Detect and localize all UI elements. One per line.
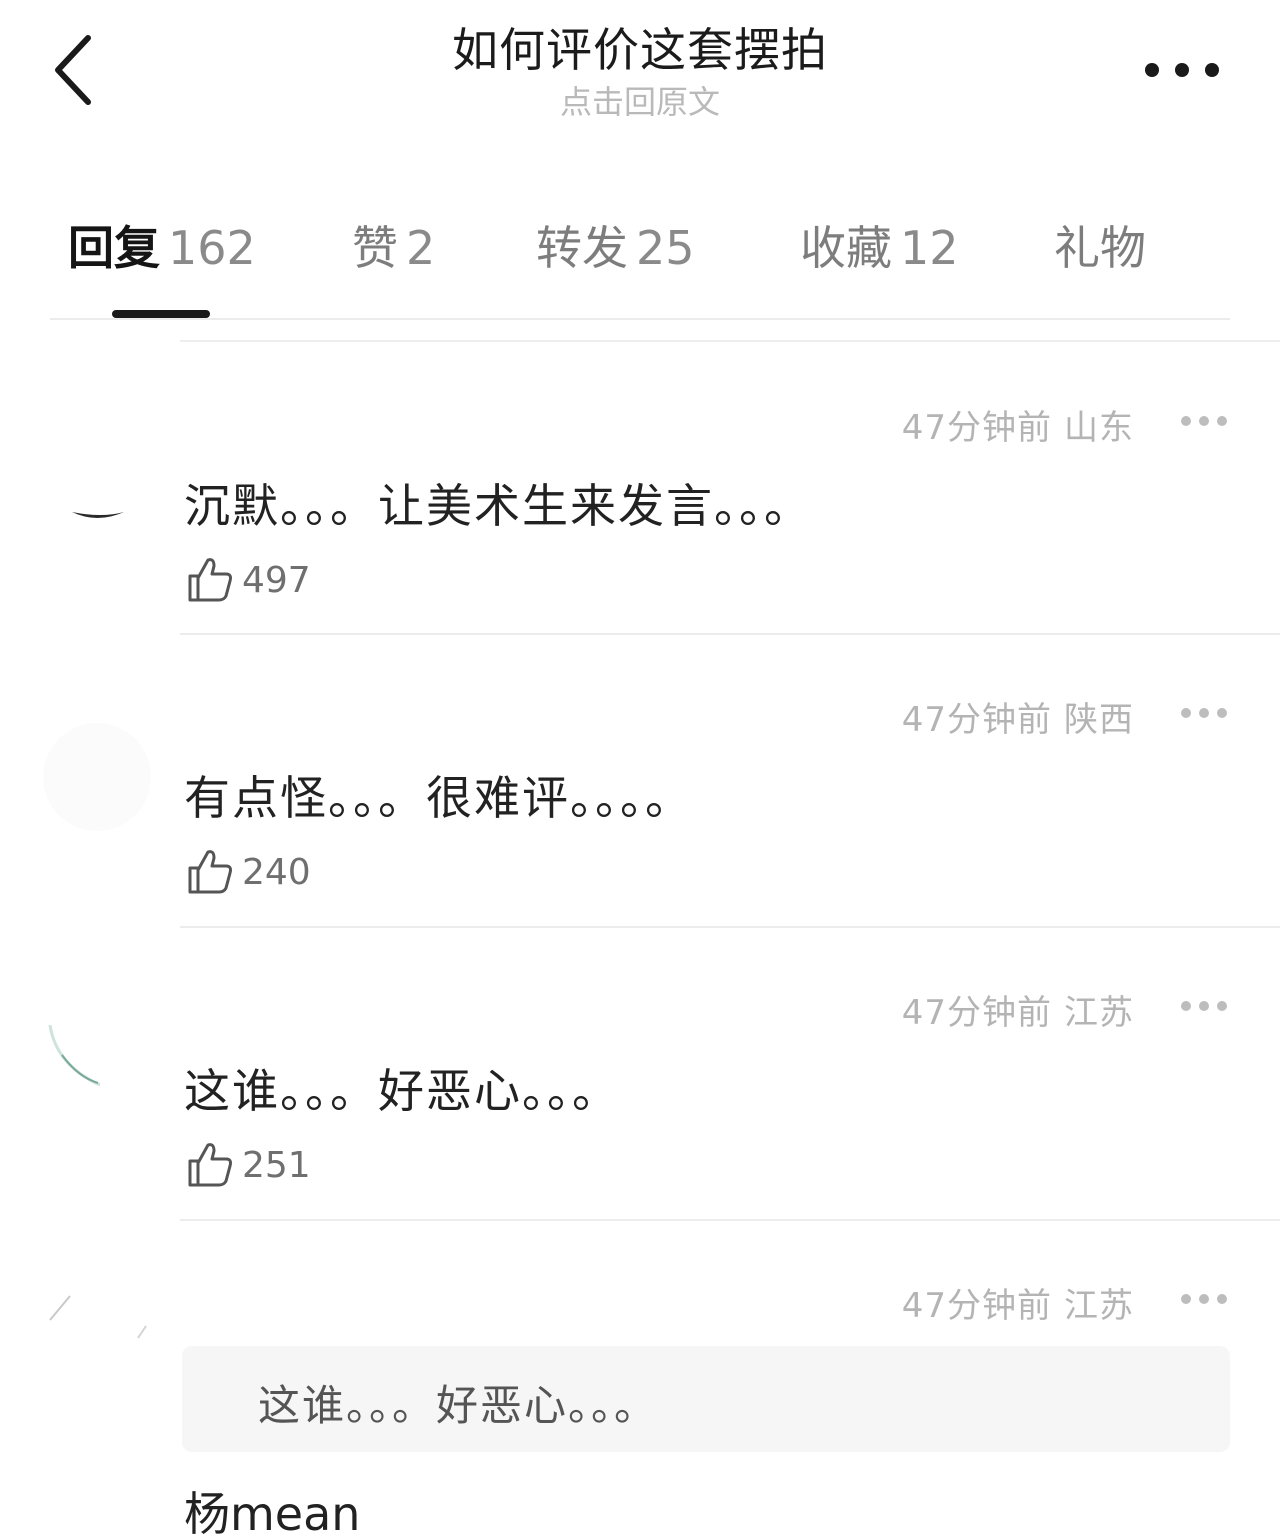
comment-location: 山东 xyxy=(1064,408,1134,448)
avatar-image xyxy=(48,1024,101,1087)
avatar-image xyxy=(43,723,151,831)
comment-time: 47分钟前 xyxy=(901,700,1052,740)
active-tab-indicator xyxy=(112,310,210,318)
tab-reposts[interactable]: 转发 25 xyxy=(536,212,695,284)
comment-more-button[interactable] xyxy=(1180,991,1228,1021)
avatar-image xyxy=(72,512,124,518)
tab-label: 礼物 xyxy=(1054,221,1146,275)
view-original-link[interactable]: 点击回原文 xyxy=(0,80,1280,124)
tab-count: 25 xyxy=(636,221,695,275)
tab-count: 2 xyxy=(406,221,436,275)
like-button[interactable]: 251 xyxy=(184,1137,311,1193)
tab-replies[interactable]: 回复 162 xyxy=(68,212,256,284)
avatar[interactable] xyxy=(42,1278,152,1388)
tab-label: 转发 xyxy=(536,221,628,275)
avatar-image xyxy=(49,1295,147,1339)
comment-more-button[interactable] xyxy=(1180,406,1228,436)
comment-more-button[interactable] xyxy=(1180,698,1228,728)
tab-gifts[interactable]: 礼物 xyxy=(1054,212,1146,284)
like-count: 240 xyxy=(242,851,311,893)
avatar[interactable] xyxy=(42,995,152,1105)
avatar[interactable] xyxy=(42,722,152,832)
comment-time: 47分钟前 xyxy=(901,408,1052,448)
comment-meta: 47分钟前 江苏 xyxy=(902,985,1134,1034)
tab-likes[interactable]: 赞2 xyxy=(352,212,435,284)
more-dots-icon xyxy=(1181,416,1227,426)
tab-count: 12 xyxy=(900,221,959,275)
comment-meta: 47分钟前 山东 xyxy=(902,400,1134,449)
top-bar: 如何评价这套摆拍 点击回原文 xyxy=(0,0,1280,150)
comment-location: 江苏 xyxy=(1064,1286,1134,1326)
thumbs-up-icon xyxy=(188,1143,232,1187)
tab-label: 收藏 xyxy=(800,221,892,275)
tab-favorites[interactable]: 收藏 12 xyxy=(800,212,959,284)
comment-text: 杨mean xyxy=(184,1487,361,1540)
comment-location: 陕西 xyxy=(1064,700,1134,740)
divider xyxy=(180,926,1280,928)
like-count: 251 xyxy=(242,1144,311,1186)
tab-label: 赞 xyxy=(352,221,398,275)
comment-meta: 47分钟前 江苏 xyxy=(902,1278,1134,1327)
more-dots-icon xyxy=(1181,1001,1227,1011)
like-count: 497 xyxy=(242,559,311,601)
title-block: 如何评价这套摆拍 点击回原文 xyxy=(0,22,1280,124)
quoted-comment[interactable]: 这谁。。。好恶心。。。 xyxy=(182,1346,1230,1452)
like-button[interactable]: 240 xyxy=(184,844,311,900)
tab-count: 162 xyxy=(168,221,256,275)
quoted-comment-text: 这谁。。。好恶心。。。 xyxy=(258,1381,659,1430)
comment-text: 这谁。。。好恶心。。。 xyxy=(184,1064,620,1118)
divider xyxy=(180,1219,1280,1221)
comment-location: 江苏 xyxy=(1064,993,1134,1033)
comment-more-button[interactable] xyxy=(1180,1284,1228,1314)
tab-bar: 回复 162 赞2 转发 25 收藏 12 礼物 xyxy=(50,212,1230,320)
avatar[interactable] xyxy=(42,430,152,540)
more-dots-icon xyxy=(1145,63,1219,77)
thumbs-up-icon xyxy=(188,558,232,602)
more-dots-icon xyxy=(1181,1294,1227,1304)
thumbs-up-icon xyxy=(188,850,232,894)
divider xyxy=(180,633,1280,635)
divider xyxy=(180,340,1280,342)
comment-time: 47分钟前 xyxy=(901,993,1052,1033)
more-dots-icon xyxy=(1181,708,1227,718)
tab-label: 回复 xyxy=(68,221,160,275)
comment-meta: 47分钟前 陕西 xyxy=(902,692,1134,741)
page-title: 如何评价这套摆拍 xyxy=(452,23,828,77)
like-button[interactable]: 497 xyxy=(184,552,311,608)
comment-text: 有点怪。。。很难评。。。。 xyxy=(184,771,693,825)
comment-time: 47分钟前 xyxy=(901,1286,1052,1326)
more-options-button[interactable] xyxy=(1142,52,1222,88)
comment-text: 沉默。。。让美术生来发言。。。 xyxy=(184,479,812,533)
